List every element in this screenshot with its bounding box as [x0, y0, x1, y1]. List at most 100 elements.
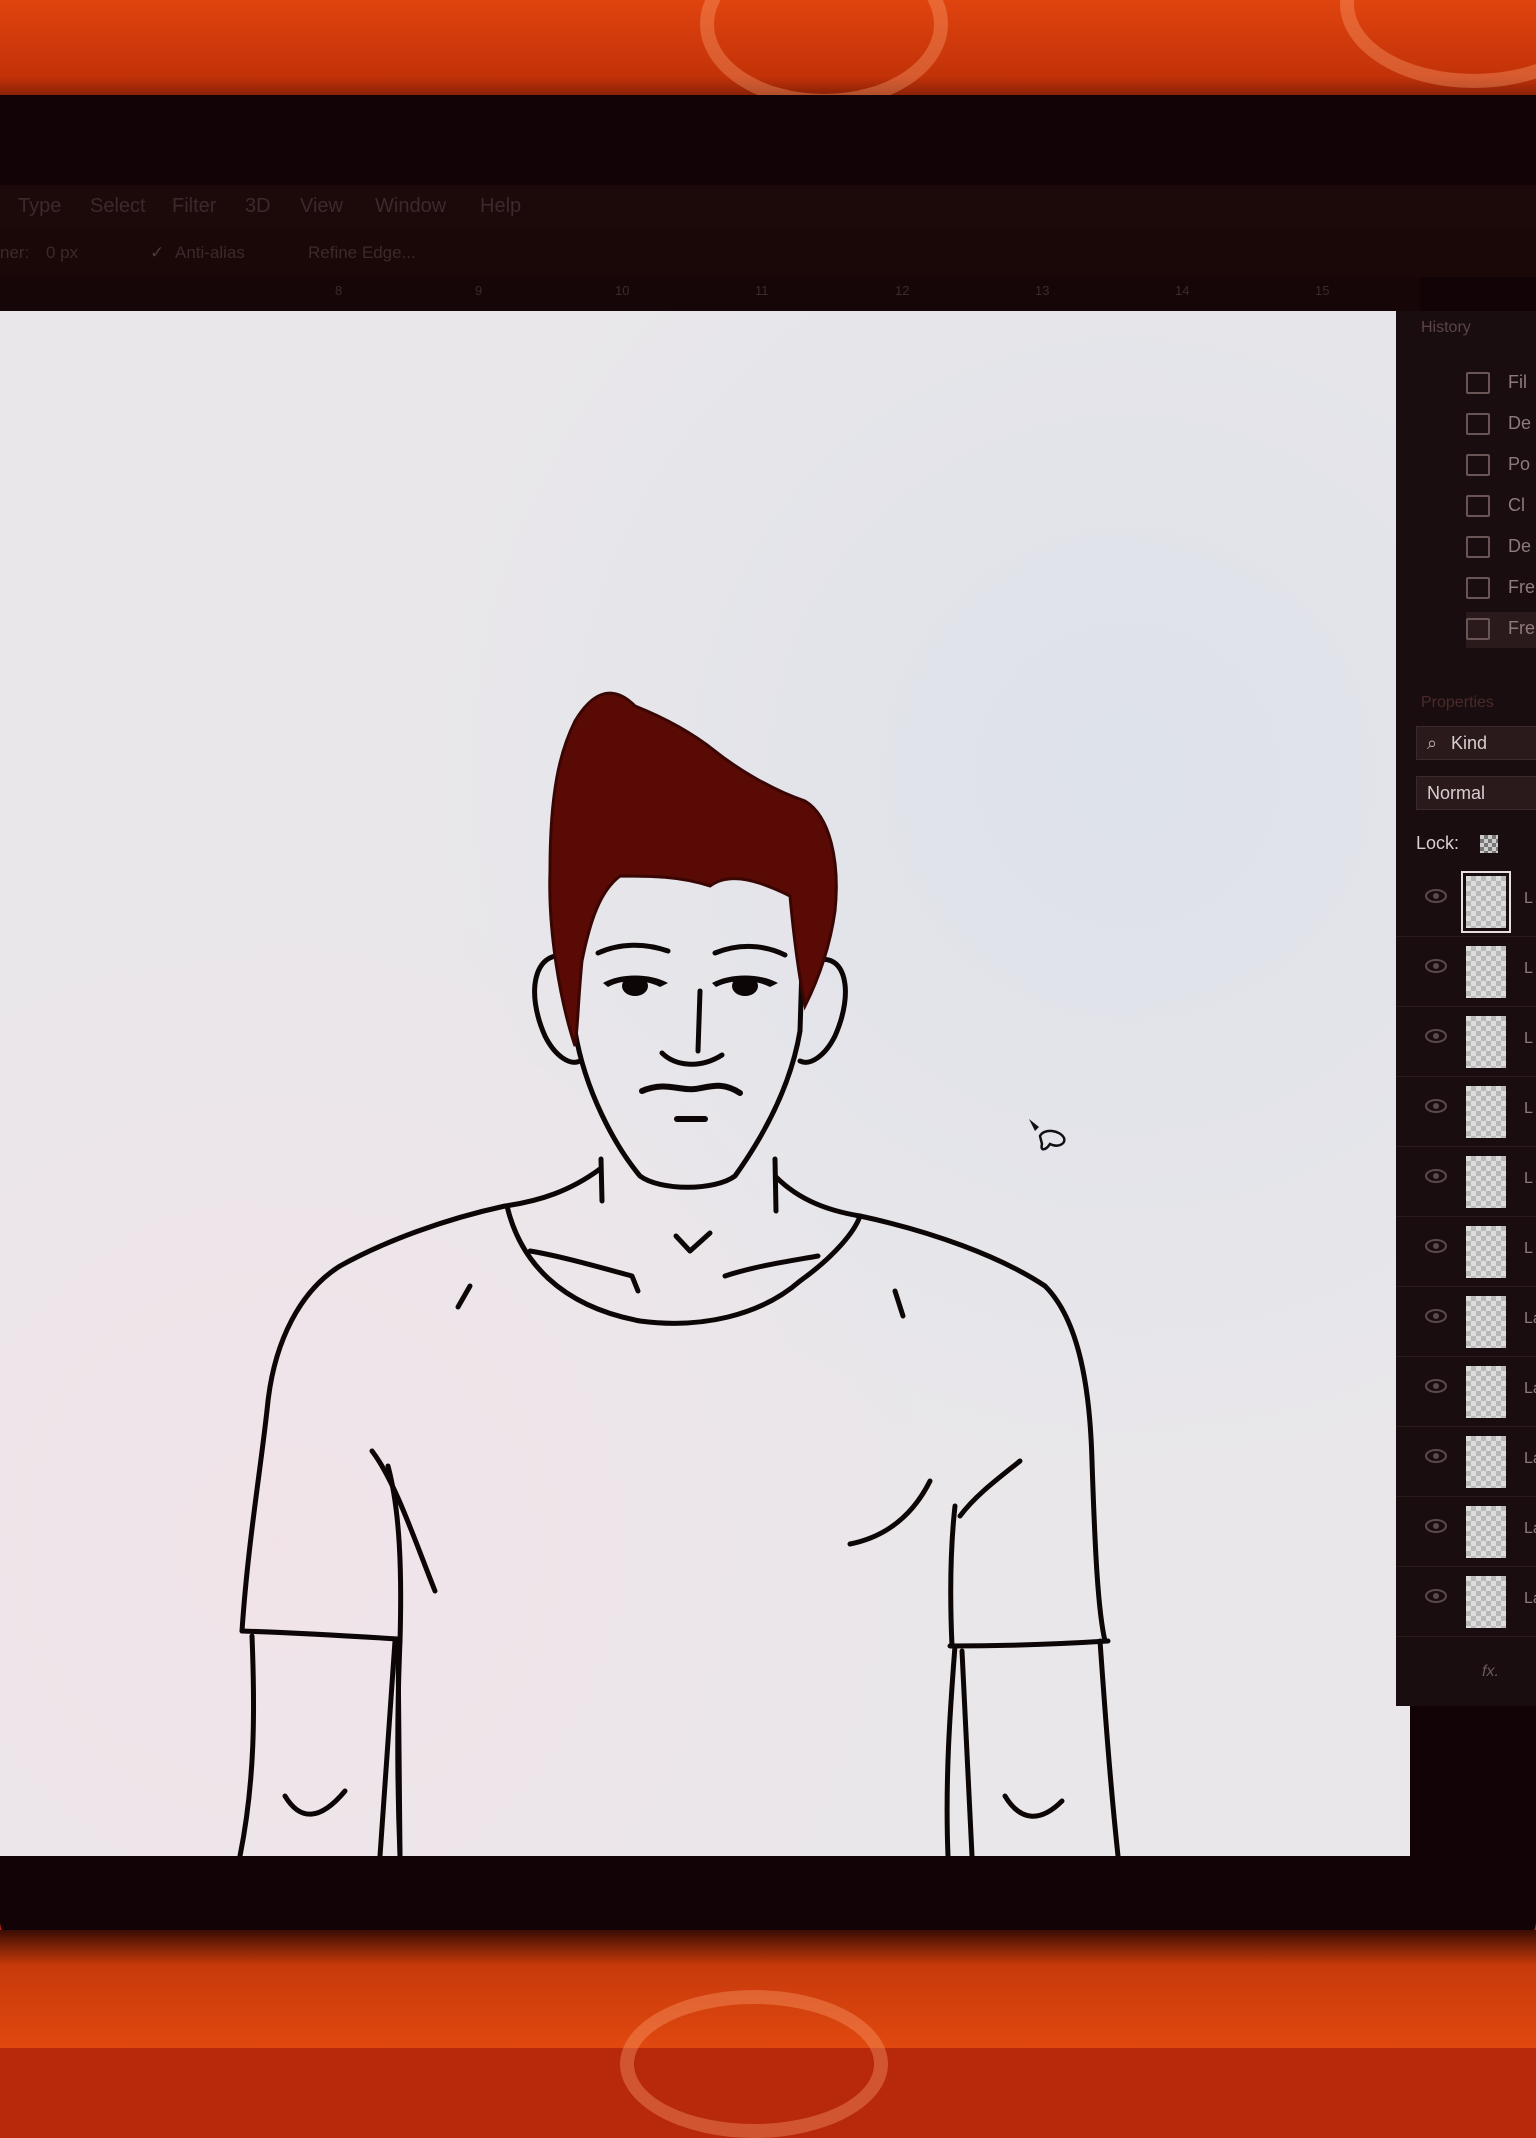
collarbone-left: [527, 1248, 641, 1294]
torso-left: [395, 1638, 403, 1856]
refine-edge-button[interactable]: Refine Edge...: [308, 243, 416, 263]
history-panel-title[interactable]: History: [1421, 319, 1471, 337]
ruler-tick: 12: [895, 283, 910, 298]
eye-icon[interactable]: [1424, 888, 1448, 904]
ruler-tick: 11: [755, 283, 769, 298]
ruler-tick: 13: [1035, 283, 1050, 298]
background-fabric-top: [0, 0, 1536, 110]
document-icon: [1466, 577, 1490, 599]
menu-bar: Type Select Filter 3D View Window Help: [0, 185, 1536, 229]
lasso-cursor-icon: [1029, 1119, 1066, 1151]
layer-row[interactable]: La: [1396, 1356, 1536, 1427]
menu-filter[interactable]: Filter: [172, 195, 216, 218]
shirt-crease: [369, 1448, 438, 1594]
document-icon: [1466, 372, 1490, 394]
shirt-crease: [957, 1458, 1023, 1519]
eye-icon[interactable]: [1424, 1308, 1448, 1324]
menu-select[interactable]: Select: [90, 195, 146, 218]
eye-icon[interactable]: [1424, 1238, 1448, 1254]
mouth: [639, 1082, 743, 1096]
shirt-neckline: [504, 1203, 863, 1326]
fx-button[interactable]: fx.: [1482, 1663, 1499, 1681]
menu-view[interactable]: View: [300, 195, 343, 218]
layer-filter-kind[interactable]: ⌕ Kind: [1416, 726, 1536, 760]
menu-help[interactable]: Help: [480, 195, 521, 218]
history-item[interactable]: Fre: [1466, 571, 1536, 607]
properties-tab[interactable]: Properties: [1421, 694, 1494, 712]
left-sleeve-hem: [239, 1628, 401, 1642]
blend-mode-select[interactable]: Normal: [1416, 776, 1536, 810]
chest-line: [847, 1478, 933, 1547]
layer-row[interactable]: La: [1396, 1286, 1536, 1357]
checkmark-icon[interactable]: ✓: [150, 243, 164, 263]
layer-row[interactable]: L: [1396, 1076, 1536, 1147]
document-icon: [1466, 495, 1490, 517]
shoulder-right: [773, 1174, 1108, 1644]
layer-row[interactable]: L: [1396, 1216, 1536, 1287]
layer-row[interactable]: La: [1396, 1496, 1536, 1567]
feather-input[interactable]: 0 px: [46, 243, 78, 263]
layer-row[interactable]: L: [1396, 866, 1536, 937]
ruler-tick: 9: [475, 283, 483, 298]
right-arm-outer: [1097, 1638, 1121, 1856]
layer-thumbnail: [1466, 1086, 1506, 1138]
search-icon: ⌕: [1427, 733, 1438, 753]
background-fabric-bottom: [0, 1930, 1536, 2138]
fabric-pattern: [700, 0, 948, 108]
left-eyebrow: [595, 942, 671, 956]
lock-transparency-icon[interactable]: [1480, 835, 1498, 853]
neck-left: [598, 1156, 605, 1204]
layer-row[interactable]: La: [1396, 1566, 1536, 1637]
layer-thumbnail: [1466, 1436, 1506, 1488]
elbow-crease: [1002, 1793, 1065, 1819]
layer-row[interactable]: L: [1396, 1146, 1536, 1217]
eye-icon[interactable]: [1424, 1588, 1448, 1604]
right-sleeve-inner: [948, 1503, 958, 1649]
document-icon: [1466, 413, 1490, 435]
right-sleeve-hem: [947, 1638, 1111, 1649]
ruler-tick: 8: [335, 283, 343, 298]
history-item-selected[interactable]: Fre: [1466, 612, 1536, 648]
document-icon: [1466, 618, 1490, 640]
eye-icon[interactable]: [1424, 1098, 1448, 1114]
document-canvas[interactable]: [0, 311, 1410, 1856]
layer-thumbnail: [1466, 946, 1506, 998]
menu-3d[interactable]: 3D: [245, 195, 271, 218]
layer-thumbnail: [1466, 1156, 1506, 1208]
right-eyebrow: [712, 943, 788, 958]
history-item[interactable]: Po: [1466, 448, 1536, 484]
right-panel-dock: History Fil De Po Cl De Fre Fre Properti…: [1396, 311, 1536, 1706]
eye-icon[interactable]: [1424, 958, 1448, 974]
layer-thumbnail: [1466, 1366, 1506, 1418]
layer-thumbnail: [1466, 1506, 1506, 1558]
menu-type[interactable]: Type: [18, 195, 61, 218]
ruler-tick: 14: [1175, 283, 1190, 298]
layer-row[interactable]: La: [1396, 1426, 1536, 1497]
eye-icon[interactable]: [1424, 1028, 1448, 1044]
eyes: [603, 975, 778, 996]
fabric-pattern: [1340, 0, 1536, 88]
layer-thumbnail: [1466, 1016, 1506, 1068]
left-sleeve-inner: [385, 1463, 404, 1644]
layer-row[interactable]: L: [1396, 1006, 1536, 1077]
history-item[interactable]: Cl: [1466, 489, 1536, 525]
history-item[interactable]: De: [1466, 530, 1536, 566]
shirt-crease: [455, 1283, 473, 1310]
ruler-tick: 10: [615, 283, 630, 298]
layer-row[interactable]: L: [1396, 936, 1536, 1007]
eye-icon[interactable]: [1424, 1378, 1448, 1394]
document-icon: [1466, 536, 1490, 558]
right-arm-inner-2: [959, 1648, 975, 1856]
elbow-crease: [282, 1788, 348, 1817]
eye-icon[interactable]: [1424, 1518, 1448, 1534]
options-bar: ner: 0 px ✓ Anti-alias Refine Edge...: [0, 229, 1536, 277]
layer-thumbnail: [1461, 871, 1511, 933]
menu-window[interactable]: Window: [375, 195, 446, 218]
fabric-pattern: [620, 1990, 888, 2138]
eye-icon[interactable]: [1424, 1168, 1448, 1184]
eye-icon[interactable]: [1424, 1448, 1448, 1464]
neck-right: [772, 1156, 779, 1214]
history-item[interactable]: Fil: [1466, 366, 1536, 402]
hair: [548, 691, 838, 1047]
history-item[interactable]: De: [1466, 407, 1536, 443]
